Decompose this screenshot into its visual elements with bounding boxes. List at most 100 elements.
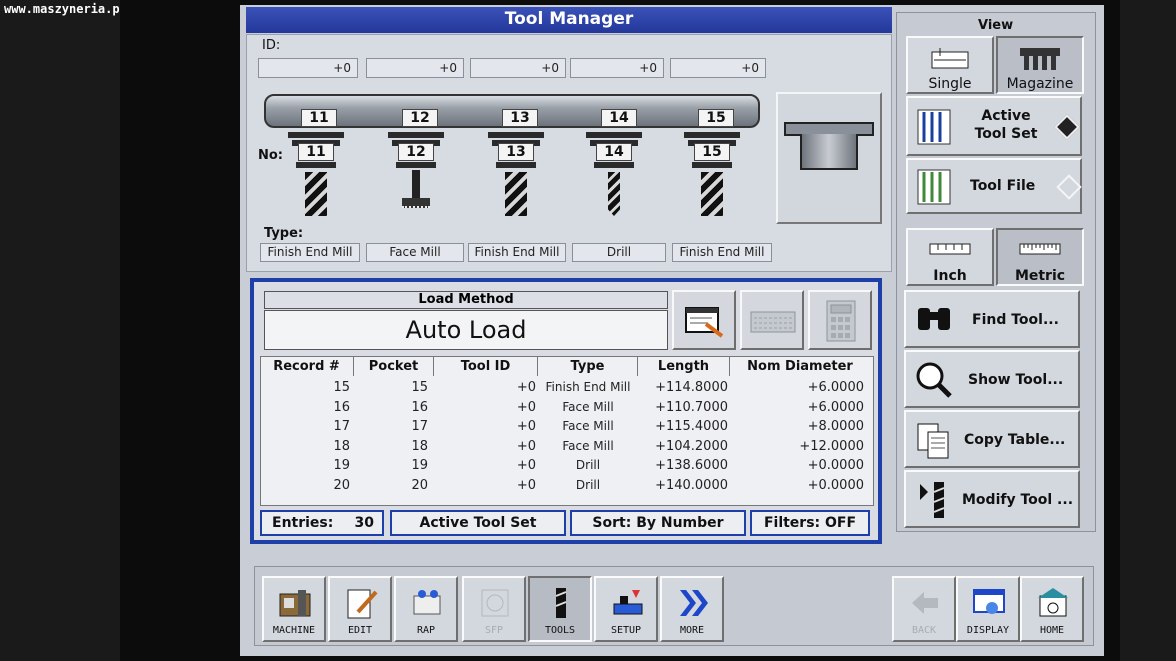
machine-label: MACHINE — [272, 625, 316, 636]
tool-set-icon — [917, 109, 951, 145]
single-view-button[interactable]: Single — [906, 36, 994, 94]
home-icon — [1038, 588, 1068, 617]
column-header-record[interactable]: Record # — [260, 357, 354, 376]
back-label: BACK — [911, 625, 937, 636]
back-icon — [912, 592, 938, 614]
modify-tool-button[interactable]: Modify Tool ... — [904, 470, 1080, 528]
copy-table-button[interactable]: Copy Table... — [904, 410, 1080, 468]
column-header-tool-id[interactable]: Tool ID — [434, 357, 538, 376]
tool-id-cell: +0 — [516, 438, 536, 454]
calculator-icon — [826, 300, 856, 342]
filters-status[interactable]: Filters: OFF — [750, 510, 870, 536]
tool-holder-12-c — [396, 162, 436, 168]
pocket-cell: 15 — [411, 380, 428, 395]
unselected-diamond-icon — [1056, 174, 1082, 200]
tool-holder-11-c — [296, 162, 336, 168]
inch-button[interactable]: Inch — [906, 228, 994, 286]
column-header-length[interactable]: Length — [638, 357, 730, 376]
binoculars-icon — [918, 308, 950, 330]
setup-label: SETUP — [610, 625, 642, 636]
tool-id-field-3[interactable]: +0 — [470, 58, 566, 78]
keyboard-icon — [750, 311, 796, 333]
display-button[interactable]: DISPLAY — [956, 576, 1020, 642]
tool-number-12[interactable]: 12 — [398, 143, 434, 161]
machine-button[interactable]: MACHINE — [262, 576, 326, 642]
nom-diameter-cell: +8.0000 — [807, 419, 864, 434]
metric-ruler-icon — [1019, 243, 1061, 255]
display-label: DISPLAY — [966, 625, 1010, 636]
tool-id-field-4[interactable]: +0 — [570, 58, 664, 78]
type-cell: Face Mill — [562, 438, 614, 453]
sort-status[interactable]: Sort: By Number — [570, 510, 746, 536]
end-mill-icon — [305, 172, 327, 216]
copy-pages-icon — [917, 423, 949, 459]
tool-number-15[interactable]: 15 — [694, 143, 730, 161]
rail-number-11: 11 — [301, 109, 337, 127]
rap-button[interactable]: RAP — [394, 576, 458, 642]
tool-number-14[interactable]: 14 — [596, 143, 632, 161]
back-button: BACK — [892, 576, 956, 642]
calculator-button[interactable] — [808, 290, 872, 350]
active-tool-set-button[interactable]: Active Tool Set — [906, 96, 1082, 156]
type-cell: Face Mill — [562, 419, 614, 433]
tool-holder-15 — [684, 132, 740, 138]
tool-id-field-2[interactable]: +0 — [366, 58, 464, 78]
modify-drill-icon — [920, 482, 945, 518]
tool-id-field-1[interactable]: +0 — [258, 58, 358, 78]
tools-label: TOOLS — [544, 625, 576, 636]
magnifier-icon — [916, 362, 952, 398]
more-button[interactable]: MORE — [660, 576, 724, 642]
tools-icon — [555, 588, 567, 618]
tool-holder-12 — [388, 132, 444, 138]
tool-number-11[interactable]: 11 — [298, 143, 334, 161]
nom-diameter-cell: +0.0000 — [807, 477, 864, 493]
tool-id-cell: +0 — [516, 419, 536, 434]
more-arrows-icon — [680, 590, 708, 616]
tool-file-icon — [917, 169, 951, 205]
edit-button[interactable]: EDIT — [328, 576, 392, 642]
setup-button[interactable]: SETUP — [594, 576, 658, 642]
entries-status: Entries: 30 — [260, 510, 384, 536]
empty-pocket-button[interactable] — [776, 92, 882, 224]
face-mill-cutter — [402, 198, 430, 208]
tool-file-label: Tool File — [970, 178, 1036, 194]
tool-id-cell: +0 — [516, 458, 536, 473]
column-header-nom-diameter[interactable]: Nom Diameter — [730, 357, 870, 376]
view-label: View — [978, 18, 1014, 33]
magazine-view-button[interactable]: Magazine — [996, 36, 1084, 94]
record-cell: 15 — [333, 380, 350, 395]
tool-id-field-5[interactable]: +0 — [670, 58, 766, 78]
more-label: MORE — [679, 625, 705, 636]
rail-number-15: 15 — [698, 109, 734, 127]
home-label: HOME — [1039, 625, 1065, 636]
tool-number-13[interactable]: 13 — [498, 143, 534, 161]
nom-diameter-cell: +6.0000 — [807, 399, 864, 415]
record-cell: 20 — [333, 477, 350, 493]
keyboard-button[interactable] — [740, 290, 804, 350]
length-cell: +114.8000 — [655, 380, 728, 395]
copy-table-label: Copy Table... — [964, 432, 1066, 448]
length-cell: +140.0000 — [655, 477, 728, 493]
record-cell: 16 — [333, 399, 350, 415]
pocket-cell: 20 — [411, 477, 428, 493]
tool-file-button[interactable]: Tool File — [906, 158, 1082, 214]
single-label: Single — [928, 76, 972, 92]
pocket-cell: 18 — [411, 438, 428, 454]
column-header-pocket[interactable]: Pocket — [354, 357, 434, 376]
nom-diameter-cell: +6.0000 — [807, 380, 864, 395]
load-method-value[interactable]: Auto Load — [264, 310, 668, 350]
show-tool-button[interactable]: Show Tool... — [904, 350, 1080, 408]
home-button[interactable]: HOME — [1020, 576, 1084, 642]
metric-button[interactable]: Metric — [996, 228, 1084, 286]
tool-type-field-1: Finish End Mill — [260, 243, 360, 262]
rail-number-12: 12 — [402, 109, 438, 127]
load-editor-button[interactable] — [672, 290, 736, 350]
rap-label: RAP — [416, 625, 436, 636]
column-header-type[interactable]: Type — [538, 357, 638, 376]
inch-ruler-icon — [929, 243, 971, 255]
find-tool-button[interactable]: Find Tool... — [904, 290, 1080, 348]
tool-type-field-3: Finish End Mill — [468, 243, 566, 262]
tools-button[interactable]: TOOLS — [528, 576, 592, 642]
tool-set-status[interactable]: Active Tool Set — [390, 510, 566, 536]
tool-type-field-2: Face Mill — [366, 243, 464, 262]
